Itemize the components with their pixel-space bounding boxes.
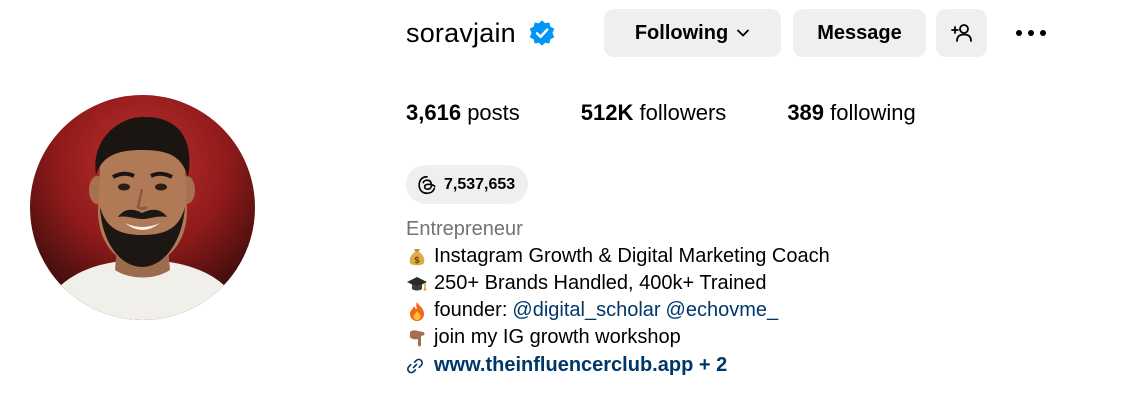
following-button-label: Following — [634, 21, 729, 44]
posts-label: posts — [467, 100, 520, 125]
message-button-label: Message — [817, 21, 902, 44]
bio-line-4-text: join my IG growth workshop — [434, 326, 681, 348]
username-row: soravjain — [406, 9, 556, 57]
following-label: following — [830, 100, 916, 125]
profile-header: soravjain Following Message 3,616 posts … — [0, 0, 1144, 400]
suggested-users-button[interactable] — [936, 9, 987, 57]
followers-count: 512K — [580, 100, 634, 125]
threads-follower-count: 7,537,653 — [444, 175, 516, 193]
bio-line-3-prefix: founder: — [434, 299, 508, 321]
mention-echovme[interactable]: @echovme_ — [666, 297, 779, 324]
profile-photo — [40, 116, 245, 320]
category-label: Entrepreneur — [406, 218, 523, 240]
username[interactable]: soravjain — [406, 18, 516, 49]
following-button[interactable]: Following — [604, 9, 781, 57]
threads-icon — [418, 175, 436, 194]
bio-line-1: $ Instagram Growth & Digital Marketing C… — [406, 243, 830, 270]
bio: Entrepreneur $ Instagram Growth & Digita… — [406, 216, 830, 379]
bio-line-2: 250+ Brands Handled, 400k+ Trained — [406, 270, 830, 297]
fire-icon — [410, 301, 424, 321]
threads-badge[interactable]: 7,537,653 — [406, 165, 529, 204]
posts-stat: 3,616 posts — [406, 100, 520, 126]
link-icon — [407, 358, 423, 373]
mention-digital-scholar[interactable]: @digital_scholar — [512, 297, 660, 324]
graduation-cap-icon — [407, 276, 427, 291]
verified-badge-icon — [529, 20, 555, 46]
bio-line-2-text: 250+ Brands Handled, 400k+ Trained — [434, 272, 767, 294]
external-link-text: www.theinfluencerclub.app + 2 — [434, 354, 728, 376]
bio-line-1-text: Instagram Growth & Digital Marketing Coa… — [434, 245, 830, 267]
bio-line-4: join my IG growth workshop — [406, 324, 830, 351]
external-link[interactable]: www.theinfluencerclub.app + 2 — [406, 352, 830, 379]
chevron-down-icon — [737, 29, 750, 37]
bio-line-3: founder: @digital_scholar @echovme_ — [406, 297, 830, 324]
avatar[interactable] — [30, 95, 255, 320]
posts-count: 3,616 — [406, 100, 462, 125]
message-button[interactable]: Message — [793, 9, 926, 57]
money-bag-icon: $ — [409, 248, 425, 266]
followers-stat[interactable]: 512K followers — [581, 100, 727, 126]
ellipsis-icon — [1016, 30, 1046, 36]
pointing-down-icon — [410, 329, 425, 346]
following-count: 389 — [787, 100, 825, 125]
followers-label: followers — [639, 100, 727, 125]
following-stat[interactable]: 389 following — [787, 100, 915, 126]
svg-text:$: $ — [414, 256, 420, 266]
add-person-icon — [950, 24, 972, 42]
profile-stats: 3,616 posts 512K followers 389 following — [406, 100, 977, 126]
more-options-button[interactable] — [1003, 9, 1059, 57]
